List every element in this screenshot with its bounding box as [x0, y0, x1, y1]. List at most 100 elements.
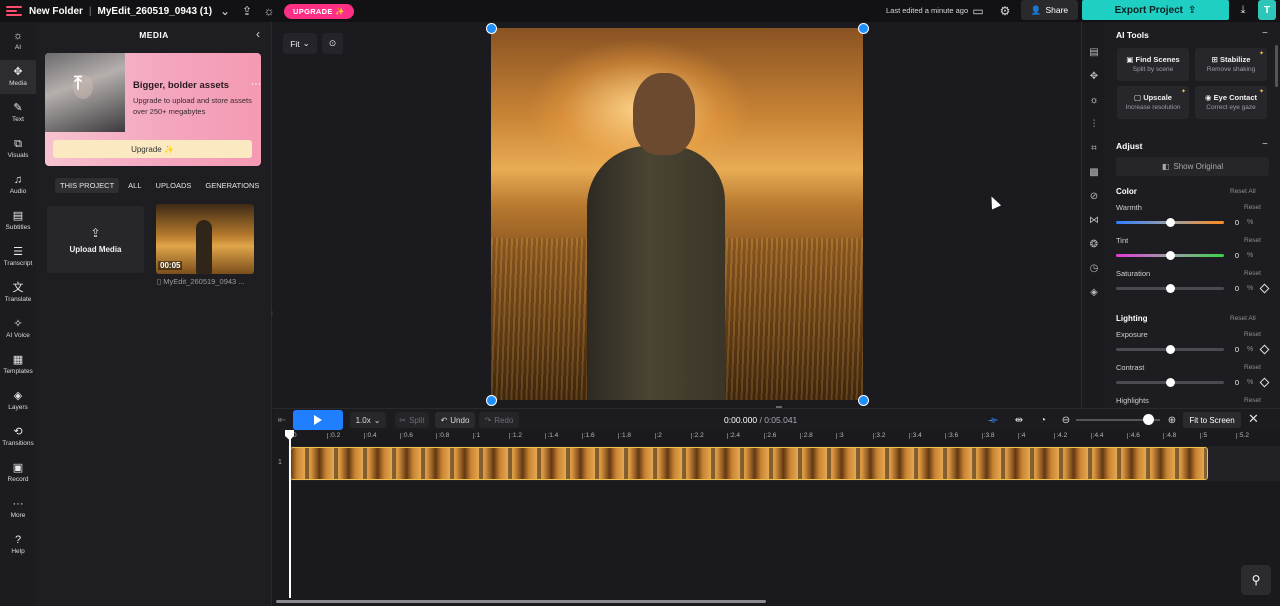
upscale-button[interactable]: ✦ ▢ Upscale Increase resolution	[1117, 86, 1189, 119]
download-icon[interactable]: ⤓	[1232, 0, 1254, 20]
transition-icon[interactable]: ⋈	[1082, 210, 1106, 230]
move-icon[interactable]: ✥	[1082, 66, 1106, 86]
timeline-scrollbar[interactable]	[276, 600, 766, 603]
sidebar-item-templates[interactable]: ▦ Templates	[0, 348, 36, 382]
lightbulb-icon[interactable]: ☼	[258, 0, 280, 22]
zoom-out-icon[interactable]: ⊖	[1058, 412, 1074, 428]
exposure-slider-knob[interactable]	[1166, 345, 1175, 354]
zoom-slider-knob[interactable]	[1143, 414, 1154, 425]
find-scenes-button[interactable]: ▣ Find Scenes Split by scene	[1117, 48, 1189, 81]
sidebar-item-ai-voice[interactable]: ✧ AI Voice	[0, 312, 36, 346]
app-logo[interactable]	[3, 0, 25, 22]
color-icon[interactable]: ❂	[1082, 234, 1106, 254]
sidebar-item-layers[interactable]: ◈ Layers	[0, 384, 36, 418]
collapse-timeline-icon[interactable]: ⇤	[274, 412, 290, 428]
sidebar-item-translate[interactable]: 文 Translate	[0, 276, 36, 310]
tint-value[interactable]: 0	[1229, 249, 1245, 262]
play-button[interactable]	[293, 410, 343, 430]
saturation-slider[interactable]	[1116, 284, 1224, 293]
sidebar-item-subtitles[interactable]: ▤ Subtitles	[0, 204, 36, 238]
contrast-reset-button[interactable]: Reset	[1244, 364, 1261, 371]
speed-icon[interactable]: ◷	[1082, 258, 1106, 278]
tab-all[interactable]: ALL	[123, 178, 146, 193]
gear-icon[interactable]: ⚙	[994, 0, 1016, 22]
layers-icon[interactable]: ◈	[1082, 282, 1106, 302]
sidebar-item-text[interactable]: ✎ Text	[0, 96, 36, 130]
exposure-slider[interactable]	[1116, 345, 1224, 354]
crop-icon[interactable]: ⌗	[1082, 138, 1106, 158]
project-name[interactable]: MyEdit_260519_0943 (1)	[98, 6, 213, 17]
export-project-button[interactable]: Export Project ⇪	[1082, 0, 1229, 20]
contrast-slider[interactable]	[1116, 378, 1224, 387]
comments-icon[interactable]: ▭	[967, 0, 989, 22]
filter-icon[interactable]: ▩	[1082, 162, 1106, 182]
lighting-reset-all-button[interactable]: Reset All	[1230, 315, 1256, 322]
exposure-keyframe-icon[interactable]	[1259, 344, 1270, 355]
fit-to-screen-button[interactable]: Fit to Screen	[1183, 412, 1241, 428]
speed-dropdown[interactable]: 1.0x ⌄	[350, 412, 386, 428]
sidebar-item-help[interactable]: ? Help	[0, 528, 36, 562]
tab-generations[interactable]: GENERATIONS	[200, 178, 264, 193]
saturation-value[interactable]: 0	[1229, 282, 1245, 295]
sync-icon[interactable]: ◔	[1035, 412, 1051, 428]
upload-media-button[interactable]: ⇪ Upload Media	[47, 206, 144, 273]
eye-contact-button[interactable]: ✦ ◉ Eye Contact Correct eye gaze	[1195, 86, 1267, 119]
search-icon[interactable]: ⚲	[1241, 565, 1271, 595]
folder-name[interactable]: New Folder	[29, 6, 83, 17]
resize-grip[interactable]	[776, 406, 782, 408]
sidebar-item-audio[interactable]: ♫ Audio	[0, 168, 36, 202]
promo-upgrade-button[interactable]: Upgrade ✨	[53, 140, 252, 158]
media-asset-thumbnail[interactable]: 00:05	[156, 204, 254, 274]
properties-scrollbar[interactable]	[1275, 45, 1278, 87]
exposure-value[interactable]: 0	[1229, 343, 1245, 356]
contrast-keyframe-icon[interactable]	[1259, 377, 1270, 388]
timeline-ruler[interactable]: 0:0.2:0.4:0.6:0.8:1:1.2:1.4:1.6:1.8:2:2.…	[273, 430, 1280, 442]
resize-handle-bottom-left[interactable]	[486, 395, 497, 406]
saturation-slider-knob[interactable]	[1166, 284, 1175, 293]
sidebar-item-visuals[interactable]: ⧉ Visuals	[0, 132, 36, 166]
tab-uploads[interactable]: UPLOADS	[151, 178, 197, 193]
resize-handle-top-left[interactable]	[486, 23, 497, 34]
adjust-icon[interactable]: ⫶	[1082, 114, 1106, 134]
close-icon[interactable]: ✕	[1248, 411, 1259, 427]
contrast-slider-knob[interactable]	[1166, 378, 1175, 387]
sidebar-item-transitions[interactable]: ⟲ Transitions	[0, 420, 36, 454]
fit-clips-icon[interactable]: ⇹	[1011, 412, 1027, 428]
contrast-value[interactable]: 0	[1229, 376, 1245, 389]
tint-slider-knob[interactable]	[1166, 251, 1175, 260]
tint-reset-button[interactable]: Reset	[1244, 237, 1261, 244]
sidebar-item-ai[interactable]: ☼ AI	[0, 24, 36, 58]
saturation-keyframe-icon[interactable]	[1259, 283, 1270, 294]
ai-tools-icon[interactable]: ☼	[1082, 90, 1106, 110]
aspect-lock-icon[interactable]: ⊙	[322, 33, 343, 54]
avatar[interactable]: T	[1258, 0, 1276, 20]
resize-handle-top-right[interactable]	[858, 23, 869, 34]
warmth-slider-knob[interactable]	[1166, 218, 1175, 227]
tint-slider[interactable]	[1116, 251, 1224, 260]
share-upload-icon[interactable]: ⇪	[236, 0, 258, 22]
sidebar-item-record[interactable]: ▣ Record	[0, 456, 36, 490]
video-preview[interactable]	[491, 28, 863, 400]
video-clip[interactable]	[290, 447, 1208, 480]
sidebar-item-more[interactable]: ··· More	[0, 492, 36, 526]
upgrade-button[interactable]: UPGRADE ✨	[284, 3, 354, 19]
saturation-reset-button[interactable]: Reset	[1244, 270, 1261, 277]
zoom-in-icon[interactable]: ⊕	[1164, 412, 1180, 428]
fit-dropdown[interactable]: Fit ⌄	[283, 33, 317, 54]
stabilize-button[interactable]: ✦ ⊞ Stabilize Remove shaking	[1195, 48, 1267, 81]
warmth-reset-button[interactable]: Reset	[1244, 204, 1261, 211]
undo-button[interactable]: ↶ Undo	[435, 412, 475, 428]
sidebar-item-transcript[interactable]: ☰ Transcript	[0, 240, 36, 274]
collapse-panel-icon[interactable]: ‹	[256, 27, 260, 41]
tab-this-project[interactable]: THIS PROJECT	[55, 178, 120, 193]
sidebar-item-media[interactable]: ✥ Media	[0, 60, 36, 94]
more-options-icon[interactable]: ⋯	[251, 79, 261, 90]
snap-icon[interactable]: ⟛	[985, 412, 1001, 428]
warmth-slider[interactable]	[1116, 218, 1224, 227]
redo-button[interactable]: ↷ Redo	[479, 412, 519, 428]
film-icon[interactable]: ▤	[1082, 42, 1106, 62]
color-reset-all-button[interactable]: Reset All	[1230, 188, 1256, 195]
resize-handle-bottom-right[interactable]	[858, 395, 869, 406]
collapse-ai-tools-icon[interactable]: −	[1262, 28, 1268, 39]
highlights-reset-button[interactable]: Reset	[1244, 397, 1261, 404]
